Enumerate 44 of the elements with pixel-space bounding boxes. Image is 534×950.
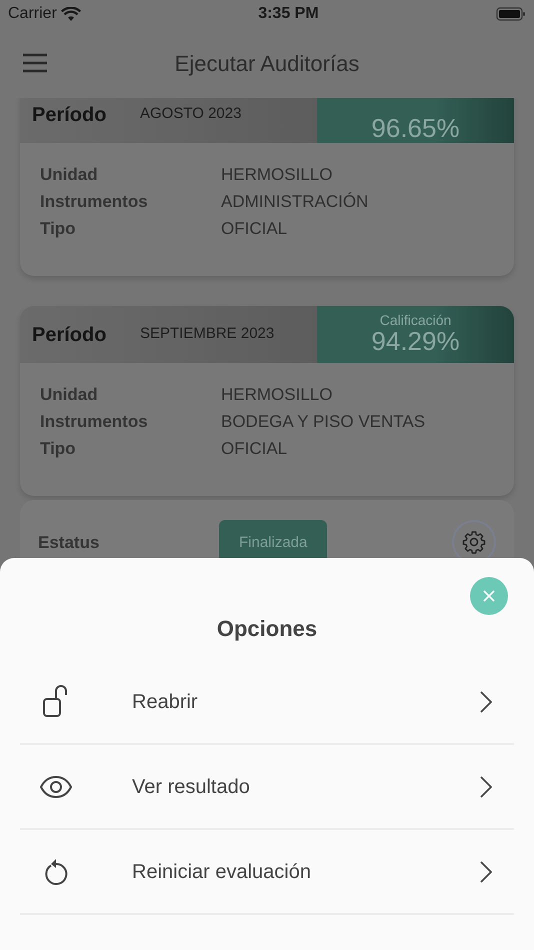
option-label: Ver resultado <box>132 774 251 800</box>
chevron-icon <box>480 860 492 883</box>
field-label: Instrumentos <box>40 411 149 433</box>
eye-icon <box>40 776 72 798</box>
close-button[interactable] <box>470 577 508 615</box>
menu-button[interactable] <box>22 51 48 75</box>
field-label: Unidad <box>40 164 99 186</box>
settings-icon <box>462 530 486 554</box>
field-value: OFICIAL <box>221 438 288 460</box>
period-label: Período <box>32 102 108 128</box>
field-value: ADMINISTRACIÓN <box>221 191 368 213</box>
period-value: AGOSTO 2023 <box>140 104 242 124</box>
option-label: Reiniciar evaluación <box>132 860 312 885</box>
menu-icon <box>22 52 48 73</box>
field-label: Unidad <box>40 384 99 406</box>
field-value: HERMOSILLO <box>221 384 332 406</box>
period-label: Período <box>32 322 108 348</box>
carrier-label: Carrier <box>8 4 57 24</box>
field-label: Tipo <box>40 438 77 460</box>
status-label: Estatus <box>38 532 100 554</box>
restart-icon <box>43 858 69 886</box>
unlock-icon <box>42 684 70 719</box>
field-label: Instrumentos <box>40 191 149 213</box>
chevron-icon <box>480 690 492 713</box>
option-row[interactable]: Reabrir <box>20 660 514 746</box>
option-label: Reabrir <box>132 690 199 715</box>
screen-title: Ejecutar Auditorías <box>174 50 360 78</box>
score-value: 94.29% <box>371 327 460 356</box>
score-label: Calificación <box>380 313 452 328</box>
chevron-icon <box>480 776 492 798</box>
status-badge: Finalizada <box>219 520 328 558</box>
field-value: OFICIAL <box>221 218 288 240</box>
field-label: Tipo <box>40 218 77 240</box>
score-value: 96.65% <box>371 114 460 143</box>
battery-icon <box>496 7 526 21</box>
field-value: BODEGA Y PISO VENTAS <box>221 411 426 433</box>
option-row[interactable]: Reiniciar evaluación <box>20 830 514 916</box>
field-value: HERMOSILLO <box>221 164 332 186</box>
option-row[interactable]: Ver resultado <box>20 745 514 830</box>
close-icon <box>483 590 495 602</box>
sheet-title: Opciones <box>216 616 318 642</box>
wifi-icon <box>60 6 81 22</box>
status-time: 3:35 PM <box>258 4 319 24</box>
period-value: SEPTIEMBRE 2023 <box>140 324 274 344</box>
